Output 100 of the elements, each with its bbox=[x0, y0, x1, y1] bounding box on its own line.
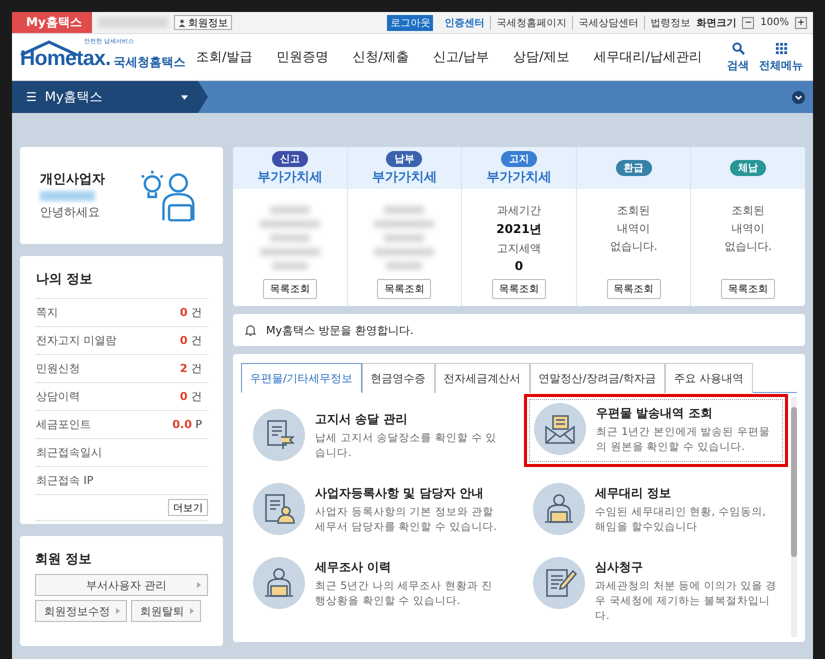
my-hometax-menu[interactable]: ☰ My홈택스 bbox=[12, 81, 208, 113]
info-label: 최근접속일시 bbox=[36, 445, 102, 460]
summary-text: 고지세액 bbox=[496, 241, 541, 256]
blurred-text bbox=[270, 206, 310, 214]
member-button[interactable]: 부서사용자 관리 bbox=[35, 574, 208, 596]
summary-text: 없습니다. bbox=[724, 239, 772, 254]
service-item[interactable]: 세무조사 이력 최근 5년간 나의 세무조사 현황과 진행상황을 확인할 수 있습니다. bbox=[249, 553, 503, 617]
info-count[interactable]: 0 건 bbox=[180, 305, 202, 320]
info-label: 세금포인트 bbox=[36, 417, 91, 432]
top-link[interactable]: 국세상담센터 bbox=[572, 16, 638, 30]
envelope-icon bbox=[534, 403, 586, 455]
service-item[interactable]: 고지서 송달 관리 납세 고지서 송달장소를 확인할 수 있습니다. bbox=[249, 405, 503, 469]
summary-text: 조회된 bbox=[732, 203, 765, 218]
summary-text: 과세기간 bbox=[496, 203, 541, 218]
summary-text: 2021년 bbox=[496, 221, 542, 238]
nav-item[interactable]: 상담/제보 bbox=[513, 48, 570, 66]
person-laptop-icon bbox=[533, 483, 585, 535]
service-item[interactable]: 사업자등록사항 및 담당자 안내 사업자 등록사항의 기본 정보와 관할 세무서 담당자를 확인할 수 있습니다. bbox=[249, 479, 503, 543]
top-link[interactable]: 국세청홈페이지 bbox=[490, 16, 566, 30]
summary-text: 내역이 bbox=[617, 221, 650, 236]
grid-icon bbox=[774, 42, 788, 54]
logo-wordmark[interactable]: Hometax. bbox=[20, 48, 111, 70]
doc-person-icon bbox=[253, 483, 305, 535]
info-count[interactable]: 0 건 bbox=[180, 333, 202, 348]
member-info-button[interactable]: 회원정보 bbox=[174, 15, 232, 30]
service-title[interactable]: 고지서 송달 관리 bbox=[315, 411, 499, 428]
member-info-title: 회원 정보 bbox=[35, 551, 93, 569]
tab[interactable]: 연말정산/장려금/학자금 bbox=[530, 363, 666, 393]
info-label: 최근접속 IP bbox=[36, 473, 94, 488]
top-link[interactable]: 인증센터 bbox=[439, 16, 484, 30]
summary-text: 내역이 bbox=[732, 221, 765, 236]
nav-item[interactable]: 신청/제출 bbox=[352, 48, 409, 66]
my-hometax-tab[interactable]: My홈택스 bbox=[12, 12, 92, 33]
blurred-text bbox=[374, 248, 434, 256]
service-title[interactable]: 우편물 발송내역 조회 bbox=[596, 405, 778, 422]
logo-name[interactable]: 국세청홈택스 bbox=[114, 54, 186, 70]
status-badge: 고지 bbox=[500, 150, 537, 166]
info-count[interactable]: 0.0 P bbox=[172, 418, 202, 431]
status-badge: 환급 bbox=[616, 160, 652, 176]
blurred-text bbox=[384, 234, 424, 242]
service-description: 최근 1년간 본인에게 발송된 우편물의 원본을 확인할 수 있습니다. bbox=[596, 425, 772, 455]
search-button[interactable]: 검색 bbox=[727, 42, 749, 72]
nav-item[interactable]: 조회/발급 bbox=[196, 48, 252, 66]
status-badge: 체납 bbox=[730, 160, 766, 176]
blurred-text bbox=[384, 206, 424, 214]
info-count[interactable]: 2 건 bbox=[180, 361, 202, 376]
status-badge: 납부 bbox=[386, 150, 422, 166]
more-button[interactable]: 더보기 bbox=[168, 499, 208, 516]
doc-pen-icon bbox=[533, 557, 585, 609]
tab[interactable]: 주요 사용내역 bbox=[665, 363, 753, 393]
blurred-text bbox=[260, 248, 320, 256]
logout-button[interactable]: 로그아웃 bbox=[387, 14, 434, 30]
tax-name[interactable]: 부가가치세 bbox=[257, 168, 322, 186]
list-button[interactable]: 목록조회 bbox=[262, 279, 317, 299]
service-title[interactable]: 심사청구 bbox=[595, 559, 779, 576]
tab[interactable]: 우편물/기타세무정보 bbox=[241, 363, 362, 393]
caret-icon bbox=[181, 94, 188, 100]
service-title[interactable]: 세무대리 정보 bbox=[595, 485, 779, 502]
nav-item[interactable]: 민원증명 bbox=[276, 48, 328, 66]
list-button[interactable]: 목록조회 bbox=[606, 279, 661, 299]
zoom-in-button[interactable]: + bbox=[795, 16, 807, 28]
info-count[interactable]: 0 건 bbox=[180, 389, 202, 404]
expand-icon[interactable] bbox=[792, 90, 805, 104]
info-label: 쪽지 bbox=[36, 305, 58, 320]
service-title[interactable]: 사업자등록사항 및 담당자 안내 bbox=[315, 485, 499, 502]
nav-item[interactable]: 신고/납부 bbox=[432, 48, 490, 66]
member-button[interactable]: 회원정보수정 bbox=[35, 600, 127, 622]
list-button[interactable]: 목록조회 bbox=[377, 279, 432, 299]
greeting-text: 안녕하세요 bbox=[40, 204, 101, 221]
blurred-text bbox=[260, 220, 320, 228]
service-title[interactable]: 세무조사 이력 bbox=[315, 559, 499, 576]
status-badge: 신고 bbox=[272, 150, 308, 166]
scrollbar[interactable] bbox=[791, 397, 797, 637]
bell-icon bbox=[245, 324, 256, 336]
person-laptop-icon bbox=[253, 557, 305, 609]
summary-text: 없습니다. bbox=[610, 239, 658, 254]
tax-name[interactable]: 부가가치세 bbox=[486, 168, 552, 186]
service-item[interactable]: 세무대리 정보 수임된 세무대리인 현황, 수임동의, 해임을 할수있습니다 bbox=[529, 479, 783, 543]
service-description: 납세 고지서 송달장소를 확인할 수 있습니다. bbox=[315, 431, 498, 461]
list-button[interactable]: 목록조회 bbox=[721, 279, 776, 299]
list-button[interactable]: 목록조회 bbox=[492, 279, 546, 299]
member-button[interactable]: 회원탈퇴 bbox=[131, 600, 201, 622]
service-description: 최근 5년간 나의 세무조사 현황과 진행상황을 확인할 수 있습니다. bbox=[315, 579, 494, 609]
nav-item[interactable]: 세무대리/납세관리 bbox=[594, 48, 702, 66]
blurred-text bbox=[270, 234, 310, 242]
notice-text: My홈택스 방문을 환영합니다. bbox=[266, 322, 414, 338]
zoom-value: 100% bbox=[760, 17, 789, 28]
notice-doc-icon bbox=[253, 409, 305, 461]
zoom-out-button[interactable]: − bbox=[742, 16, 754, 28]
arrow-icon bbox=[190, 608, 194, 614]
all-menu-button[interactable]: 전체메뉴 bbox=[759, 42, 803, 72]
tax-name[interactable]: 부가가치세 bbox=[372, 168, 437, 186]
account-type: 개인사업자 bbox=[40, 171, 106, 188]
search-icon bbox=[732, 42, 744, 54]
blurred-text bbox=[374, 220, 434, 228]
tab[interactable]: 전자세금계산서 bbox=[434, 363, 530, 393]
blurred-text bbox=[386, 262, 422, 270]
top-link[interactable]: 법령정보 bbox=[644, 16, 690, 30]
tab[interactable]: 현금영수증 bbox=[362, 363, 435, 393]
info-label: 전자고지 미열람 bbox=[36, 333, 116, 348]
